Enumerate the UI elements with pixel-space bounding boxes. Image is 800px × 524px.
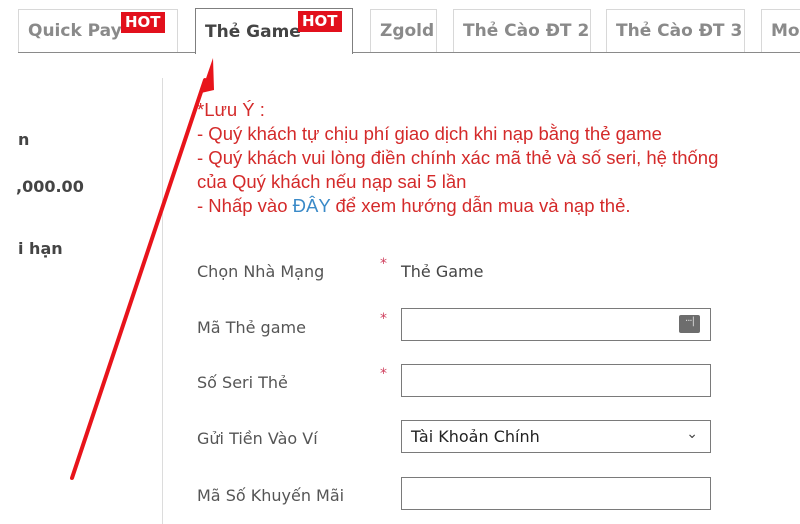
promo-input[interactable]: [402, 478, 710, 509]
notice-title: *Lưu Ý :: [197, 99, 265, 120]
card-code-field[interactable]: ···|: [401, 308, 711, 341]
tab-the-cao-dt-2[interactable]: Thẻ Cào ĐT 2: [453, 9, 591, 52]
hot-badge: HOT: [298, 11, 342, 32]
password-key-icon[interactable]: ···|: [679, 315, 700, 333]
serial-input[interactable]: [402, 365, 710, 396]
tab-label: Zgold: [380, 21, 435, 41]
wallet-selected-value: Tài Khoản Chính: [411, 427, 540, 446]
card-code-label: Mã Thẻ game: [197, 318, 306, 337]
tab-label: Mo: [771, 21, 800, 41]
tab-quick-pay[interactable]: Quick Pay HOT: [18, 9, 178, 52]
tab-label: Thẻ Cào ĐT 3: [616, 21, 743, 41]
promo-label: Mã Số Khuyến Mãi: [197, 486, 345, 505]
arrow-head: [201, 58, 214, 93]
required-mark: *: [380, 366, 387, 382]
left-panel-label: n: [18, 130, 30, 149]
arrow-shaft: [70, 78, 207, 480]
notice-line: - Nhấp vào ĐÂY để xem hướng dẫn mua và n…: [197, 194, 718, 218]
wallet-label: Gửi Tiền Vào Ví: [197, 429, 318, 448]
notice-line: của Quý khách nếu nạp sai 5 lần: [197, 171, 467, 192]
provider-label: Chọn Nhà Mạng: [197, 262, 325, 281]
tab-the-game[interactable]: Thẻ Game HOT: [195, 8, 353, 54]
chevron-down-icon[interactable]: ⌄: [686, 426, 698, 442]
required-mark: *: [380, 311, 387, 327]
left-panel-balance: ,000.00: [16, 177, 84, 196]
tab-more[interactable]: Mo: [761, 9, 800, 52]
tab-label: Thẻ Cào ĐT 2: [463, 21, 590, 41]
card-code-input[interactable]: [402, 309, 710, 340]
wallet-select[interactable]: Tài Khoản Chính ⌄: [401, 420, 711, 453]
tab-label: Quick Pay: [28, 21, 122, 41]
tab-the-cao-dt-3[interactable]: Thẻ Cào ĐT 3: [606, 9, 745, 52]
required-mark: *: [380, 256, 387, 272]
tab-label: Thẻ Game: [205, 21, 301, 42]
serial-label: Số Seri Thẻ: [197, 373, 288, 392]
guide-link[interactable]: ĐÂY: [293, 195, 331, 216]
notice-text: để xem hướng dẫn mua và nạp thẻ.: [330, 195, 631, 216]
notice-line: - Quý khách vui lòng điền chính xác mã t…: [197, 147, 719, 168]
notice-line: - Quý khách tự chịu phí giao dịch khi nạ…: [197, 123, 662, 144]
notice-text: - Nhấp vào: [197, 195, 293, 216]
tab-bar: Quick Pay HOT Thẻ Game HOT Zgold Thẻ Cào…: [0, 0, 800, 55]
provider-value: Thẻ Game: [401, 262, 484, 281]
column-divider: [162, 78, 163, 524]
promo-field[interactable]: [401, 477, 711, 510]
left-panel-limit: i hạn: [18, 239, 63, 258]
hot-badge: HOT: [121, 12, 165, 33]
notice-block: *Lưu Ý : - Quý khách tự chịu phí giao dị…: [197, 98, 718, 218]
tab-zgold[interactable]: Zgold: [370, 9, 437, 52]
serial-field[interactable]: [401, 364, 711, 397]
tab-bar-divider: [18, 52, 800, 53]
